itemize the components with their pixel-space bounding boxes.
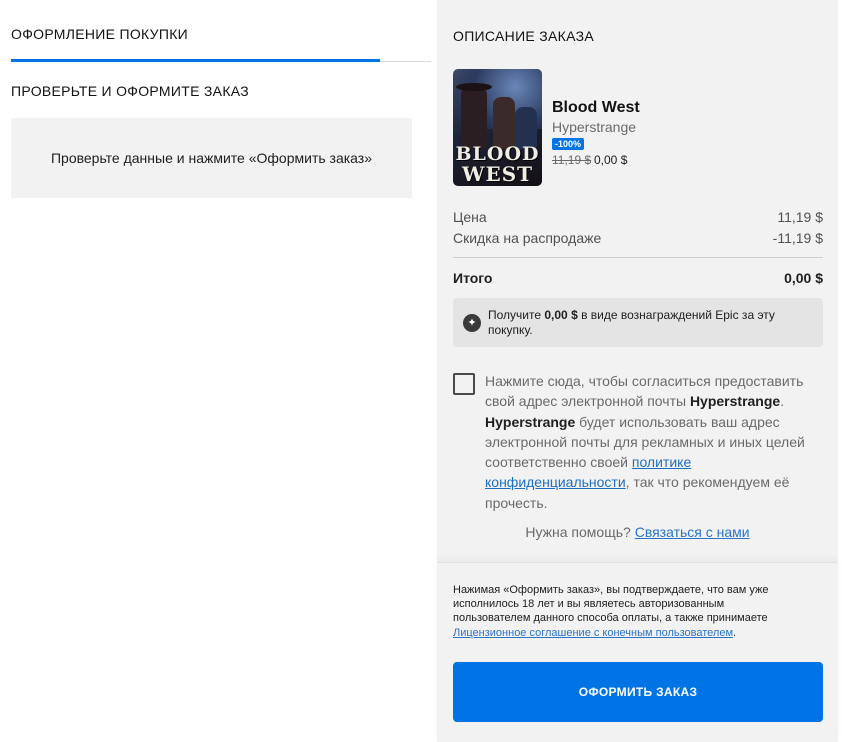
sale-discount-label: Скидка на распродаже [453,230,602,246]
consent-part2: . [780,393,785,410]
sale-discount-value: -11,19 $ [772,230,823,246]
email-consent-text[interactable]: Нажмите сюда, чтобы согласиться предоста… [485,371,815,513]
eula-link[interactable]: Лицензионное соглашение с конечным польз… [453,627,733,639]
checkout-footer: Нажимая «Оформить заказ», вы подтверждае… [437,562,838,742]
checkout-page: ОФОРМЛЕНИЕ ПОКУПКИ ПРОВЕРЬТЕ И ОФОРМИТЕ … [0,0,842,742]
epic-rewards-icon: ✦ [463,314,481,332]
order-summary-panel: ОПИСАНИЕ ЗАКАЗА BLOOD WEST Blood West Hy… [437,0,838,742]
terms-end: . [733,626,737,639]
original-price: 11,19 $ [552,153,592,167]
product-title: Blood West [552,99,640,116]
reward-prefix: Получите [488,308,545,322]
cover-figure [493,97,515,149]
discount-badge: -100% [552,138,585,150]
terms-body: Нажимая «Оформить заказ», вы подтверждае… [453,584,769,625]
epic-rewards-box: ✦ Получите 0,00 $ в виде вознаграждений … [453,298,823,347]
cover-logo-line2: WEST [461,162,534,186]
epic-rewards-text: Получите 0,00 $ в виде вознаграждений Ep… [488,308,813,338]
email-consent-checkbox[interactable] [453,373,475,395]
terms-text: Нажимая «Оформить заказ», вы подтверждае… [453,583,803,640]
place-order-button[interactable]: ОФОРМИТЬ ЗАКАЗ [453,662,823,722]
tab-divider [380,61,431,62]
consent-publisher: Hyperstrange [689,393,781,410]
price-label: Цена [453,209,487,225]
total-value: 0,00 $ [784,270,823,286]
final-price: 0,00 $ [594,153,628,167]
sale-discount-row: Скидка на распродаже -11,19 $ [453,230,823,246]
product-developer: Hyperstrange [552,119,637,135]
checkout-left-panel: ОФОРМЛЕНИЕ ПОКУПКИ ПРОВЕРЬТЕ И ОФОРМИТЕ … [0,0,437,742]
total-label: Итого [453,270,493,286]
cover-hat [456,83,492,91]
contact-us-link[interactable]: Связаться с нами [635,524,750,540]
help-line: Нужна помощь? Связаться с нами [437,524,838,540]
game-cover-image: BLOOD WEST [453,69,542,186]
tab-active-indicator [11,59,380,62]
review-info-text: Проверьте данные и нажмите «Оформить зак… [50,150,373,166]
order-summary-title: ОПИСАНИЕ ЗАКАЗА [453,28,594,44]
total-divider [453,257,823,258]
tab-checkout[interactable]: ОФОРМЛЕНИЕ ПОКУПКИ [11,26,188,42]
review-info-box: Проверьте данные и нажмите «Оформить зак… [11,118,412,198]
price-value: 11,19 $ [777,209,823,225]
total-row: Итого 0,00 $ [453,270,823,286]
consent-publisher: Hyperstrange [485,413,576,430]
reward-amount: 0,00 $ [544,308,578,322]
help-question: Нужна помощь? [525,524,635,540]
review-heading: ПРОВЕРЬТЕ И ОФОРМИТЕ ЗАКАЗ [11,83,250,99]
cover-figure [461,85,487,149]
price-row: Цена 11,19 $ [453,209,823,225]
